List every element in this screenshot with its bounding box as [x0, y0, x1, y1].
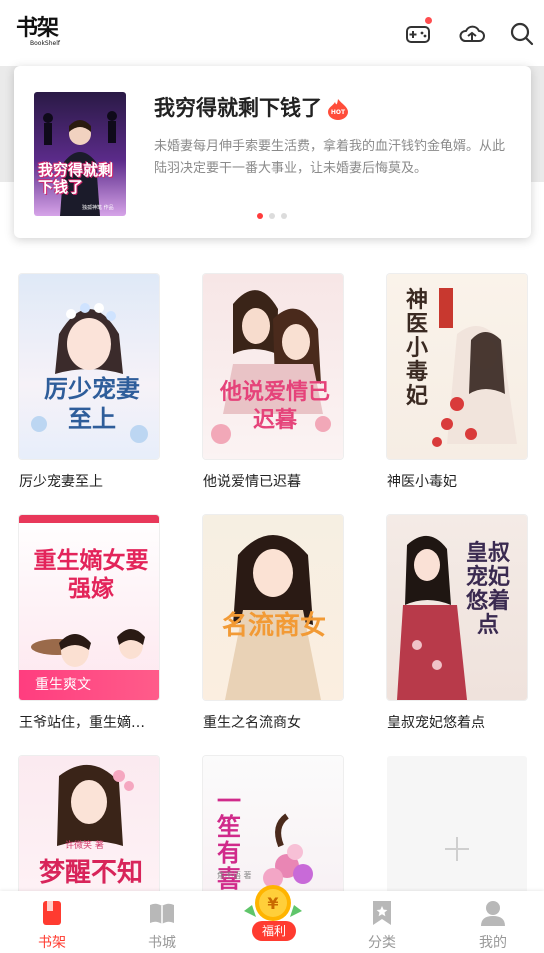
- profile-icon: [481, 901, 505, 926]
- tab-profile-label: 我的: [479, 935, 507, 951]
- book-title: 王爷站住，重生嫡…: [19, 715, 145, 731]
- book-title: 厉少宠妻至上: [19, 474, 103, 490]
- tab-bookshelf[interactable]: 书架: [12, 891, 92, 953]
- coin-symbol: ¥: [267, 894, 278, 913]
- book-item[interactable]: 皇叔宠妃悠着点 皇叔宠妃悠着点: [387, 515, 527, 732]
- featured-cover-author: 独孤神笔 作品: [82, 205, 114, 211]
- bookstore-icon: [150, 903, 174, 924]
- book-cover-title: 厉少宠妻至上: [44, 374, 140, 433]
- carousel-dot-3[interactable]: [281, 213, 287, 219]
- book-cover-author: 焦不语 著: [217, 871, 252, 880]
- book-cover-title: 神医小毒妃: [405, 287, 428, 409]
- book-cover[interactable]: 神医小毒妃: [387, 274, 527, 459]
- bottom-navigation: 书架 书城 ¥ 福利 分类 我的: [0, 885, 544, 953]
- tab-profile[interactable]: 我的: [453, 891, 533, 953]
- featured-cover-title: 我穷得就剩下钱了: [38, 161, 114, 196]
- tab-bookshelf-label: 书架: [38, 935, 66, 951]
- book-cover-title: 梦醒不知: [38, 858, 143, 888]
- logo-subtitle: BookShelf: [30, 40, 61, 47]
- book-cover-author: 许微笑 著: [65, 841, 104, 851]
- genre-badge: 重生爽文: [19, 670, 159, 700]
- tab-welfare-label: 福利: [252, 921, 296, 941]
- tab-bookstore[interactable]: 书城: [122, 891, 202, 953]
- book-title: 他说爱情已迟暮: [203, 474, 301, 490]
- book-cover-title: 重生嫡女要强嫁: [33, 547, 149, 602]
- search-icon[interactable]: [508, 20, 536, 48]
- book-item[interactable]: 重生嫡女要强嫁 重生爽文 王爷站住，重生嫡…: [19, 515, 159, 732]
- carousel-dot-2[interactable]: [269, 213, 275, 219]
- carousel-indicator: [257, 213, 287, 219]
- notification-dot: [425, 17, 432, 24]
- book-title: 皇叔宠妃悠着点: [387, 715, 485, 731]
- book-cover-title: 他说爱情已迟暮: [219, 379, 330, 433]
- featured-book-cover[interactable]: 我穷得就剩下钱了 独孤神笔 作品: [34, 92, 126, 216]
- cloud-icon[interactable]: [458, 20, 486, 48]
- book-title: 重生之名流商女: [203, 715, 301, 731]
- featured-book-card[interactable]: 我穷得就剩下钱了 独孤神笔 作品 我穷得就剩下钱了 HOT 未婚妻每月伸手索要生活…: [14, 66, 531, 238]
- book-cover[interactable]: 他说爱情已迟暮: [203, 274, 343, 459]
- book-cover[interactable]: 皇叔宠妃悠着点: [387, 515, 527, 700]
- category-icon: [373, 901, 391, 925]
- book-cover-title: 名流商女: [221, 611, 326, 641]
- bookshelf-logo: 书架 BookShelf: [16, 16, 76, 50]
- book-cover[interactable]: 厉少宠妻至上: [19, 274, 159, 459]
- bookshelf-icon: [43, 901, 61, 925]
- book-cover-title: 皇叔宠妃悠着点: [465, 540, 510, 638]
- tab-category[interactable]: 分类: [342, 891, 422, 953]
- logo-title: 书架: [16, 15, 59, 41]
- featured-title-text: 我穷得就剩下钱了: [154, 96, 322, 120]
- plus-icon: [445, 836, 469, 861]
- book-title: 神医小毒妃: [387, 474, 457, 490]
- tab-category-label: 分类: [368, 935, 396, 951]
- book-item[interactable]: 厉少宠妻至上 厉少宠妻至上: [19, 274, 159, 491]
- carousel-dot-1[interactable]: [257, 213, 263, 219]
- book-item[interactable]: 神医小毒妃 神医小毒妃: [387, 274, 527, 491]
- app-header: 书架 BookShelf: [0, 0, 544, 66]
- hot-badge-text: HOT: [331, 109, 346, 116]
- featured-book-description: 未婚妻每月伸手索要生活费，拿着我的血汗钱钓金龟婿。从此陆羽决定要干一番大事业，让…: [154, 139, 506, 176]
- book-cover[interactable]: 重生嫡女要强嫁 重生爽文: [19, 515, 159, 700]
- book-item[interactable]: 名流商女 重生之名流商女: [203, 515, 343, 732]
- featured-book-title[interactable]: 我穷得就剩下钱了 HOT: [154, 92, 350, 122]
- book-item[interactable]: 他说爱情已迟暮 他说爱情已迟暮: [203, 274, 343, 491]
- gamepad-icon[interactable]: [404, 17, 432, 48]
- hot-flame-icon: HOT: [326, 98, 350, 120]
- tab-bookstore-label: 书城: [148, 935, 176, 951]
- book-cover[interactable]: 名流商女: [203, 515, 343, 700]
